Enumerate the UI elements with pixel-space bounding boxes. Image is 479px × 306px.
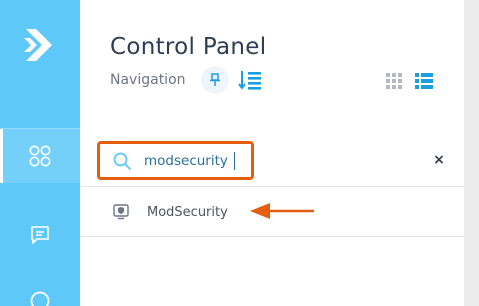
arrow-left-icon [250,203,314,219]
left-rail [0,0,80,306]
list-sort-icon [238,71,261,90]
search-box[interactable] [97,141,254,180]
grid-circles-icon [29,145,51,167]
rail-item-more[interactable] [0,290,80,306]
chat-icon [31,226,49,244]
results-divider [80,236,464,237]
pin-icon [210,73,220,86]
list-view-icon[interactable] [415,73,433,89]
search-icon [113,152,131,170]
double-chevron-logo-icon [24,29,52,61]
search-result-item[interactable]: ModSecurity [110,200,270,224]
rail-item-dashboard[interactable] [0,129,80,183]
navigation-label: Navigation [110,72,186,88]
page-title: Control Panel [110,34,267,60]
sort-list-button[interactable] [236,66,264,94]
search-divider [80,186,464,187]
logo[interactable] [0,0,80,90]
pin-button[interactable] [201,66,229,94]
clear-search-button[interactable]: × [431,152,447,168]
right-scroll-strip [464,0,479,306]
rail-item-messages[interactable] [0,208,80,262]
search-result-label: ModSecurity [147,204,228,220]
circle-icon [30,291,50,306]
monitor-shield-icon [113,204,129,220]
grid-view-icon[interactable] [386,73,402,89]
text-caret [234,152,235,170]
control-panel: Control Panel Navigation modsecurity × M… [80,0,464,306]
